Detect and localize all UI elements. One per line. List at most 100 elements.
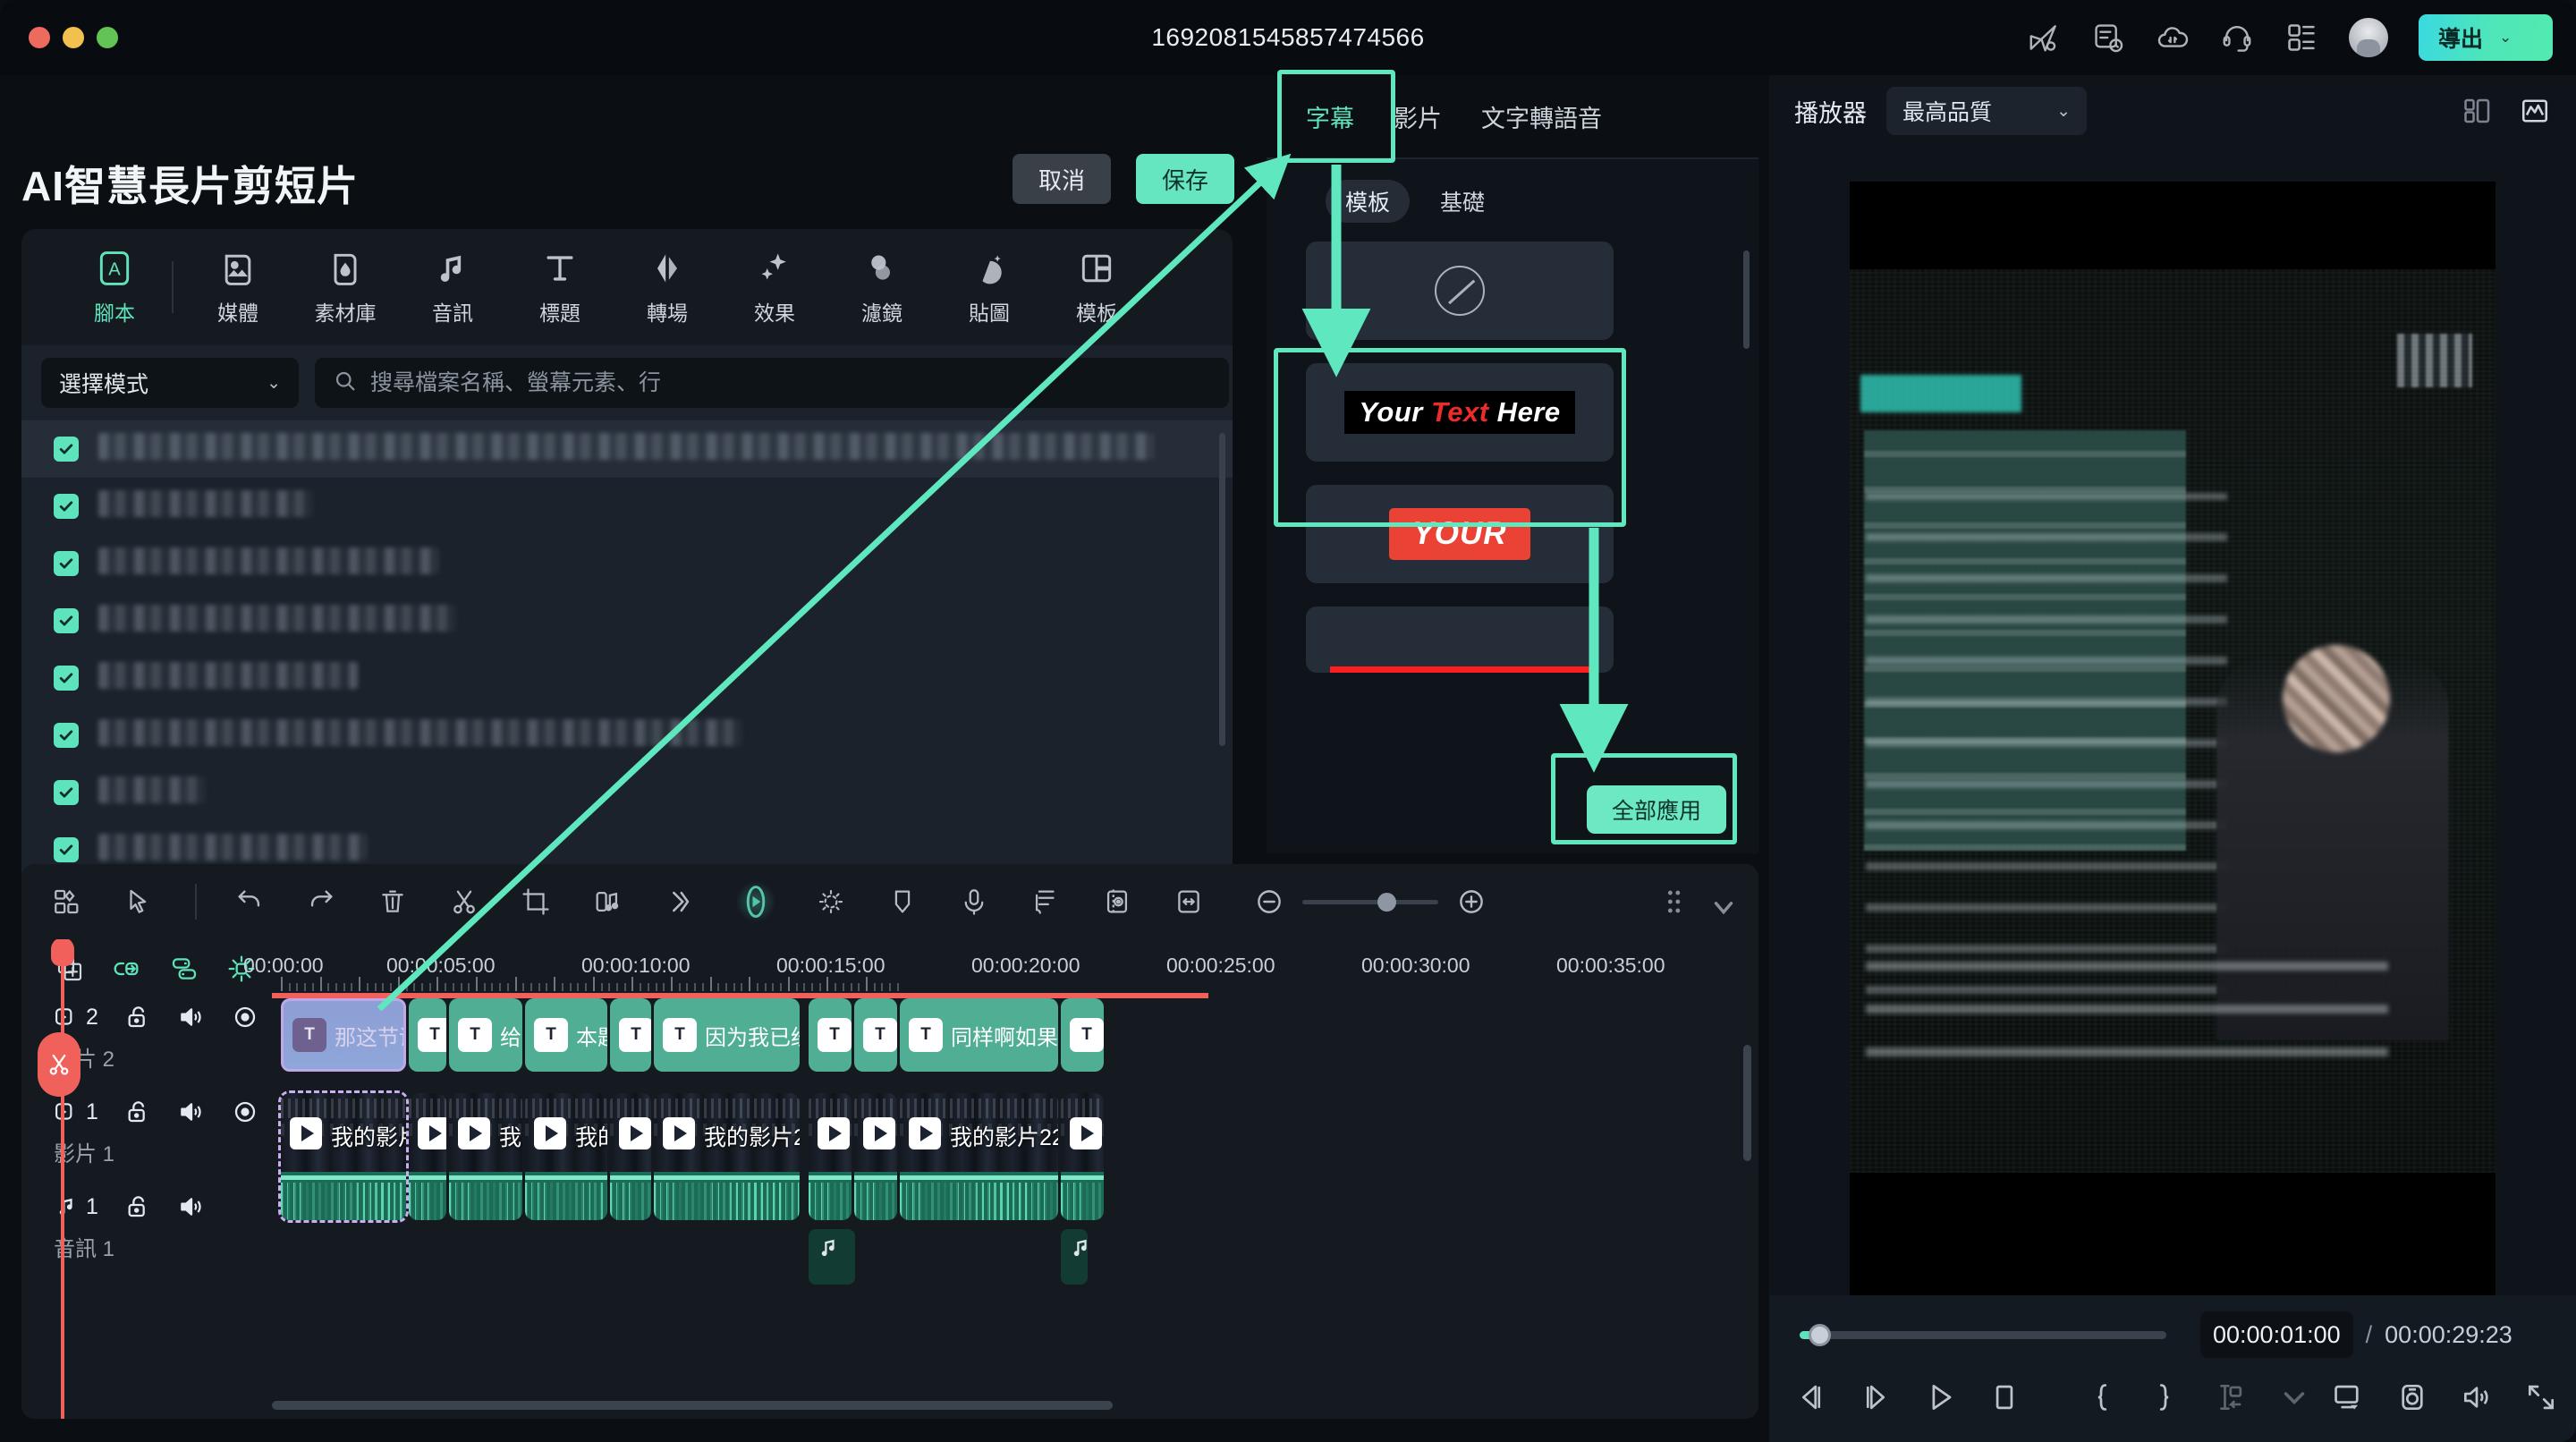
text-clip[interactable]: T: [809, 998, 852, 1072]
hide-icon[interactable]: [231, 1098, 259, 1126]
cursor-select-icon[interactable]: [123, 886, 154, 917]
mute-icon[interactable]: [177, 1003, 206, 1031]
checkbox[interactable]: [54, 494, 79, 519]
headset-support-icon[interactable]: [2220, 21, 2254, 55]
grid-view-icon[interactable]: [1660, 886, 1690, 917]
mixer-icon[interactable]: [1030, 886, 1061, 917]
timeline-horizontal-scrollbar[interactable]: [272, 1401, 1113, 1410]
audio-clip[interactable]: [1061, 1229, 1088, 1285]
nav-item-title[interactable]: 標題: [506, 249, 614, 327]
lock-icon[interactable]: [123, 1003, 152, 1031]
text-clip[interactable]: T 本題…: [525, 998, 607, 1072]
nav-item-template[interactable]: 模板: [1043, 249, 1150, 327]
video-clip[interactable]: [409, 1093, 446, 1220]
keyframe-panel-icon[interactable]: [1102, 886, 1132, 917]
search-input[interactable]: [370, 369, 1211, 396]
tab-subtitle[interactable]: 字幕: [1306, 99, 1354, 134]
video-clip[interactable]: [809, 1093, 852, 1220]
video-clip[interactable]: 我的影片22: [654, 1093, 800, 1220]
zoom-in-icon[interactable]: [1456, 886, 1487, 917]
prev-frame-icon[interactable]: [1794, 1380, 1828, 1414]
apps-grid-icon[interactable]: [2284, 21, 2318, 55]
mode-select[interactable]: 選擇模式 ⌄: [41, 358, 299, 408]
zoom-out-icon[interactable]: [1254, 886, 1284, 917]
undo-icon[interactable]: [234, 886, 265, 917]
list-item[interactable]: [21, 592, 1233, 649]
snapshot-camera-icon[interactable]: [2395, 1380, 2429, 1414]
template-red-underline[interactable]: [1306, 606, 1614, 673]
video-clip[interactable]: 我的…: [525, 1093, 607, 1220]
hide-icon[interactable]: [231, 1003, 259, 1031]
playhead[interactable]: [51, 939, 74, 1419]
list-item[interactable]: [21, 478, 1233, 535]
redo-icon[interactable]: [306, 886, 336, 917]
subtab-template[interactable]: 模板: [1326, 180, 1411, 223]
audio-detach-icon[interactable]: [592, 886, 623, 917]
cancel-button[interactable]: 取消: [1013, 154, 1111, 204]
save-button[interactable]: 保存: [1136, 154, 1234, 204]
text-clip[interactable]: T 同样啊如果大…: [900, 998, 1058, 1072]
play-icon[interactable]: [1923, 1380, 1957, 1414]
video-preview[interactable]: [1850, 182, 2496, 1336]
timeline-vertical-scrollbar[interactable]: [1743, 1045, 1751, 1161]
clip-area[interactable]: T那这节课我给…TT给…T本題…TT因为我已经…TTT同样啊如果大…T 我的影片…: [272, 998, 1758, 1419]
template-list[interactable]: Your Text Here YOUR: [1306, 242, 1726, 850]
text-clip[interactable]: T 给…: [449, 998, 522, 1072]
nav-item-sticker[interactable]: 貼圖: [936, 249, 1043, 327]
text-clip[interactable]: T 因为我已经…: [654, 998, 800, 1072]
checkbox[interactable]: [54, 551, 79, 576]
nav-item-audio[interactable]: 音訊: [399, 249, 506, 327]
template-scrollbar[interactable]: [1743, 250, 1750, 349]
checkbox[interactable]: [54, 608, 79, 633]
insert-chevron-icon[interactable]: [2277, 1380, 2305, 1414]
layout-icon[interactable]: [52, 886, 82, 917]
text-clip[interactable]: T 那这节课我给…: [281, 998, 406, 1072]
nav-item-script[interactable]: A 腳本: [61, 249, 168, 327]
text-clip[interactable]: T: [409, 998, 446, 1072]
nav-item-transition[interactable]: 轉場: [614, 249, 721, 327]
search-box[interactable]: [315, 358, 1229, 408]
fit-width-icon[interactable]: [1174, 886, 1204, 917]
send-icon[interactable]: [2027, 21, 2061, 55]
fullscreen-icon[interactable]: [2524, 1380, 2558, 1414]
template-your-red[interactable]: YOUR: [1306, 485, 1614, 583]
nav-item-effects[interactable]: 效果: [721, 249, 828, 327]
zoom-control[interactable]: [1254, 886, 1487, 917]
lock-icon[interactable]: [123, 1098, 152, 1126]
display-mode-icon[interactable]: [2331, 1380, 2365, 1414]
split-scissors-icon[interactable]: [449, 886, 479, 917]
video-clip[interactable]: 我的影片22: [900, 1093, 1058, 1220]
video-clip[interactable]: [854, 1093, 897, 1220]
link-icon[interactable]: [113, 954, 141, 983]
tab-text-to-speech[interactable]: 文字轉語音: [1481, 99, 1602, 134]
apply-all-button[interactable]: 全部應用: [1586, 785, 1726, 834]
video-clip[interactable]: 我的影片22: [278, 1090, 409, 1223]
list-item[interactable]: [21, 649, 1233, 707]
zoom-slider[interactable]: [1302, 892, 1438, 912]
zoom-slider-knob[interactable]: [1377, 892, 1396, 912]
lock-icon[interactable]: [123, 1192, 152, 1221]
crop-icon[interactable]: [521, 886, 551, 917]
marker-icon[interactable]: [887, 886, 918, 917]
quality-select[interactable]: 最高品質 ⌄: [1886, 87, 2087, 135]
stop-icon[interactable]: [1987, 1380, 2021, 1414]
split-view-icon[interactable]: [2462, 95, 2494, 127]
mark-out-icon[interactable]: [2148, 1380, 2182, 1414]
timeline[interactable]: 00:00:00 00:00:05:00 00:00:10:00 00:00:1…: [21, 939, 1758, 1419]
list-item[interactable]: [21, 535, 1233, 592]
waveform-scope-icon[interactable]: [2519, 95, 2551, 127]
list-item[interactable]: [21, 764, 1233, 821]
nav-item-filter[interactable]: 濾鏡: [828, 249, 936, 327]
ai-sparkle-icon[interactable]: [816, 886, 846, 917]
audio-clip[interactable]: [809, 1229, 855, 1285]
text-clip[interactable]: T: [854, 998, 897, 1072]
avatar[interactable]: [2349, 18, 2388, 57]
text-clip[interactable]: T: [1061, 998, 1104, 1072]
timeline-ruler[interactable]: 00:00:00 00:00:05:00 00:00:10:00 00:00:1…: [243, 939, 1758, 998]
text-clip[interactable]: T: [610, 998, 651, 1072]
mute-icon[interactable]: [177, 1192, 206, 1221]
list-item[interactable]: [21, 707, 1233, 764]
speed-play-icon[interactable]: [735, 881, 776, 922]
export-button[interactable]: 導出 ⌄: [2419, 14, 2553, 61]
playhead-knob[interactable]: [51, 939, 74, 966]
